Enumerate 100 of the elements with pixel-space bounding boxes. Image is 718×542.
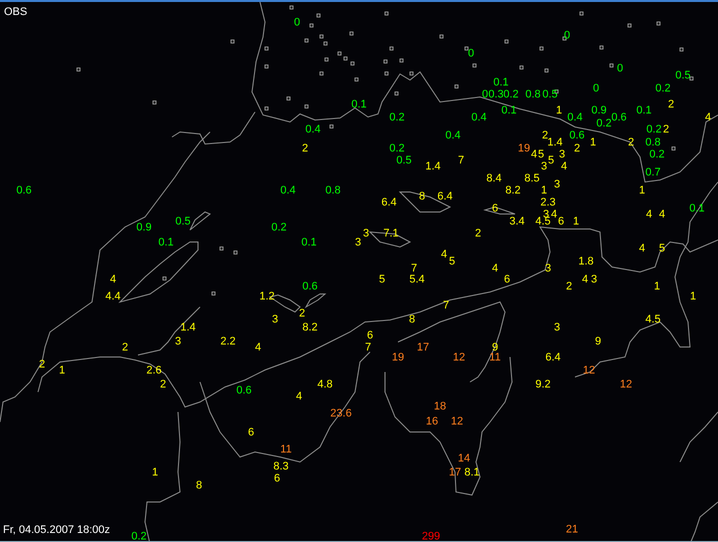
observation-value: 0.2 (646, 126, 662, 134)
observation-value: 17 (416, 344, 430, 352)
observation-value: 2 (160, 380, 166, 390)
observation-value: 1 (58, 366, 66, 376)
map-title: OBS (4, 6, 28, 18)
observation-value: 4 (638, 244, 646, 254)
observation-value: 6 (504, 276, 510, 284)
observation-value: 3 (554, 324, 560, 332)
observation-value: 8 (196, 482, 202, 490)
observation-value: 0.6 (16, 186, 32, 196)
observation-value: 1.8 (578, 258, 594, 266)
observation-value: 5 (448, 258, 456, 266)
observation-value: 4 (110, 276, 116, 284)
observation-value: 12 (582, 366, 596, 376)
observation-value: 5 (548, 156, 554, 166)
observation-value: 4.8 (317, 380, 333, 390)
observation-value: 4 (704, 114, 712, 122)
observation-value: 3 (354, 238, 362, 248)
observation-value: 4 (658, 210, 666, 220)
observation-value: 5 (538, 150, 544, 160)
observation-value: 8.4 (486, 174, 502, 184)
observation-value: 4.5 (645, 316, 661, 324)
observation-value: 8.1 (464, 468, 480, 478)
observation-value: 1 (690, 292, 696, 302)
observation-value: 6 (558, 218, 564, 226)
observation-value: 12 (450, 418, 464, 426)
observation-value: 5.4 (409, 276, 425, 284)
observation-value: 2 (662, 126, 670, 134)
observation-value: 0.1 (493, 78, 509, 88)
observation-value: 299 (422, 532, 440, 541)
observation-value: 0.8 (525, 90, 541, 100)
observation-value: 21 (566, 526, 578, 534)
observation-value: 0.4 (567, 114, 583, 122)
observation-value: 0.2 (389, 114, 405, 122)
observation-value: 2 (298, 310, 306, 318)
observation-value: 8.5 (524, 174, 540, 184)
observation-value: 0.2 (131, 532, 147, 541)
observation-value: 2.3 (540, 198, 556, 208)
observation-value: 11 (280, 446, 292, 454)
observation-value: 7 (442, 302, 450, 310)
observation-value: 6.4 (545, 354, 561, 362)
observation-value: 1 (572, 218, 580, 226)
observation-value: 1 (556, 106, 562, 116)
observation-value: 0 (564, 32, 570, 40)
observation-value: 8.2 (302, 324, 318, 332)
observation-value: 3 (362, 230, 370, 238)
observation-value: 11 (489, 354, 501, 362)
observation-value: 3 (272, 316, 278, 324)
timestamp: Fr, 04.05.2007 18:00z (3, 524, 110, 536)
observation-value: 0.3 (488, 90, 504, 100)
observation-value: 7.1 (383, 230, 399, 238)
observation-value: 0 (616, 64, 624, 74)
observation-value: 19 (392, 354, 404, 362)
observation-value: 6 (274, 474, 280, 484)
observation-value: 0 (482, 90, 488, 100)
observation-value: 0.6 (302, 282, 318, 292)
observation-value: 2 (668, 100, 674, 110)
observation-value: 0.2 (655, 84, 671, 94)
observation-value: 0.4 (305, 126, 321, 134)
observation-value: 4 (296, 392, 302, 402)
observation-value: 0.2 (596, 120, 612, 128)
observation-value: 9 (492, 344, 498, 352)
observation-value: 9.2 (535, 380, 551, 390)
observation-value: 0.8 (645, 138, 661, 148)
observation-value: 19 (518, 144, 530, 154)
observation-value: 0.4 (471, 114, 487, 122)
observation-value: 0.1 (501, 106, 517, 116)
observation-value: 2.2 (220, 338, 236, 346)
observation-value: 0.5 (175, 218, 191, 226)
observation-value: 7 (410, 264, 418, 274)
observation-value: 0.7 (645, 168, 661, 178)
observation-value: 2 (302, 144, 308, 154)
observation-value: 2 (628, 138, 634, 148)
observation-value: 0.9 (136, 224, 152, 232)
observation-value: 1.2 (259, 292, 275, 302)
observation-value: 6 (248, 428, 254, 438)
observation-value: 4 (582, 276, 588, 284)
observation-value: 5 (658, 244, 666, 254)
observation-value: 4 (254, 344, 262, 352)
observation-value: 8 (408, 316, 416, 324)
observation-value: 9 (594, 338, 602, 346)
observation-value: 4 (440, 250, 448, 260)
observation-value: 2 (122, 344, 128, 352)
observation-value: 0.2 (503, 90, 519, 100)
observation-value: 0.2 (649, 150, 665, 160)
observation-value: 12 (452, 354, 466, 362)
observation-value: 1 (540, 186, 548, 196)
observation-value: 2.6 (146, 366, 162, 376)
observation-value: 6.4 (381, 198, 397, 208)
observation-value: 0.5 (396, 156, 412, 166)
observation-value: 4 (646, 210, 652, 220)
observation-value: 3 (174, 338, 182, 346)
observation-value: 0.9 (591, 106, 607, 116)
observation-value: 0.6 (569, 132, 585, 140)
observation-value: 2 (566, 282, 572, 292)
observation-value: 17 (448, 468, 462, 478)
observation-value: 8 (418, 192, 426, 202)
observation-value: 7 (364, 344, 372, 352)
observation-value: 1.4 (425, 162, 441, 172)
observation-value: 2 (542, 132, 548, 140)
